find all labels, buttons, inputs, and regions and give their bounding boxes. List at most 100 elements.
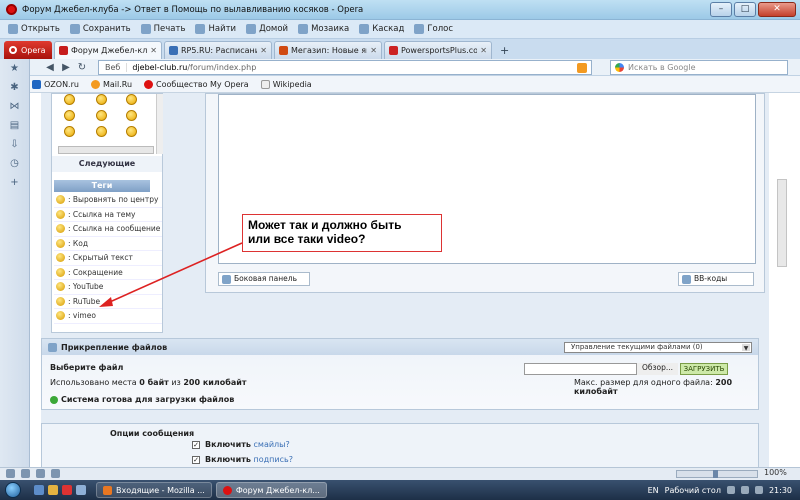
tag-youtube[interactable]: : YouTube [54, 280, 162, 295]
back-icon[interactable]: ◀ [44, 62, 56, 73]
tab-forum[interactable]: Форум Джебел-клуба...✕ [54, 41, 162, 59]
smiley-icon[interactable] [96, 94, 107, 105]
speed-dial-icon[interactable] [51, 469, 60, 478]
option-signature[interactable]: ✓ Включить подпись? [192, 455, 293, 464]
reply-sidebar: Следующие Теги : Выровнять по центру : С… [51, 93, 163, 333]
close-tab-icon[interactable]: ✕ [370, 46, 377, 55]
language-indicator[interactable]: EN [648, 486, 659, 495]
smiley-icon[interactable] [96, 126, 107, 137]
next-smilies-button[interactable]: Следующие [52, 156, 162, 172]
binoculars-icon [195, 24, 206, 34]
download-icon[interactable]: ⇩ [9, 139, 20, 150]
manage-files-select[interactable]: Управление текущими файлами (0) ▼ [564, 342, 752, 353]
rss-icon[interactable] [577, 63, 587, 73]
tile-button[interactable]: Мозаика [298, 24, 349, 34]
tag-hidden-text[interactable]: : Скрытый текст [54, 251, 162, 266]
minimize-button[interactable]: – [710, 2, 732, 17]
maximize-button[interactable]: □ [734, 2, 756, 17]
close-tab-icon[interactable]: ✕ [480, 46, 487, 55]
add-panel-icon[interactable]: + [9, 177, 20, 188]
tags-heading: Теги [54, 180, 150, 192]
share-icon[interactable]: ⋈ [9, 101, 20, 112]
open-button[interactable]: Открыть [8, 24, 60, 34]
task-opera[interactable]: Форум Джебел-кл... [215, 482, 327, 498]
side-panel-button[interactable]: Боковая панель [218, 272, 310, 286]
smiley-icon[interactable] [126, 126, 137, 137]
bookmark-mailru[interactable]: Mail.Ru [90, 79, 132, 89]
flag-icon[interactable] [754, 486, 763, 494]
main-toolbar: Открыть Сохранить Печать Найти Домой Моз… [0, 20, 800, 39]
windows-orb-icon [5, 482, 21, 498]
tag-abbreviation[interactable]: : Сокращение [54, 266, 162, 280]
turbo-icon[interactable] [21, 469, 30, 478]
zoom-slider-thumb[interactable] [713, 470, 718, 478]
smiley-icon[interactable] [126, 94, 137, 105]
tag-code[interactable]: : Код [54, 237, 162, 251]
page-scrollbar[interactable] [777, 179, 787, 267]
new-tab-button[interactable]: + [494, 43, 515, 59]
panel-toggle-icon[interactable] [6, 469, 15, 478]
tab-powersports[interactable]: PowersportsPlus.com ...✕ [384, 41, 492, 59]
print-button[interactable]: Печать [140, 24, 185, 34]
volume-icon[interactable] [740, 486, 749, 494]
tag-topic-link[interactable]: : Ссылка на тему [54, 208, 162, 222]
history-icon[interactable]: ◷ [9, 158, 20, 169]
search-input[interactable]: Искать в Google [610, 60, 788, 75]
voice-button[interactable]: Голос [414, 24, 453, 34]
clock[interactable]: 21:30 [769, 486, 792, 495]
save-button[interactable]: Сохранить [69, 24, 131, 34]
opera-logo-icon [6, 4, 17, 15]
unite-icon[interactable] [36, 469, 45, 478]
start-button[interactable] [0, 480, 26, 500]
tab-megazip[interactable]: Мегазип: Новые япон...✕ [274, 41, 382, 59]
smiley-icon[interactable] [96, 110, 107, 121]
zoom-level: 100% [764, 468, 787, 477]
desktop-icon[interactable] [76, 485, 86, 495]
opera-menu-button[interactable]: Opera [4, 41, 52, 59]
option-smilies[interactable]: ✓ Включить смайлы? [192, 440, 290, 449]
smiley-icon[interactable] [64, 94, 75, 105]
desktop-toolbar[interactable]: Рабочий стол [665, 486, 721, 495]
zoom-slider[interactable] [676, 470, 758, 478]
tag-post-link[interactable]: : Ссылка на сообщение [54, 222, 162, 237]
explorer-icon[interactable] [34, 485, 44, 495]
folder-icon [8, 24, 18, 34]
system-tray: EN Рабочий стол 21:30 [648, 480, 792, 500]
tag-vimeo[interactable]: : vimeo [54, 309, 162, 324]
bookmark-wikipedia[interactable]: Wikipedia [260, 79, 312, 89]
close-button[interactable]: ✕ [758, 2, 796, 17]
forward-icon[interactable]: ▶ [60, 62, 72, 73]
smilies-checkbox[interactable]: ✓ [192, 440, 200, 449]
smilies-vertical-scrollbar[interactable] [156, 94, 163, 154]
smiley-icon[interactable] [64, 110, 75, 121]
find-button[interactable]: Найти [195, 24, 236, 34]
tag-center[interactable]: : Выровнять по центру [54, 193, 162, 208]
close-tab-icon[interactable]: ✕ [260, 46, 267, 55]
bookmark-ozon[interactable]: OZON.ru [32, 79, 79, 89]
folder-icon[interactable] [48, 485, 58, 495]
star-icon[interactable]: ★ [9, 63, 20, 74]
network-icon[interactable] [726, 486, 735, 494]
tags-list: : Выровнять по центру : Ссылка на тему :… [54, 193, 162, 324]
smiley-icon[interactable] [64, 126, 75, 137]
upload-button[interactable]: ЗАГРУЗИТЬ [680, 363, 728, 375]
gear-icon[interactable]: ✱ [9, 82, 20, 93]
tab-rp5[interactable]: RP5.RU: Расписание П...✕ [164, 41, 272, 59]
notes-icon[interactable]: ▤ [9, 120, 20, 131]
signature-checkbox[interactable]: ✓ [192, 455, 200, 464]
tag-rutube[interactable]: : RuTube [54, 295, 162, 309]
bookmark-myopera[interactable]: Сообщество My Opera [144, 79, 249, 89]
smiley-icon[interactable] [126, 110, 137, 121]
cascade-button[interactable]: Каскад [359, 24, 404, 34]
mailru-icon [90, 79, 100, 89]
opera-icon[interactable] [62, 485, 72, 495]
home-button[interactable]: Домой [246, 24, 288, 34]
bbcode-button[interactable]: BB-коды [678, 272, 754, 286]
reload-icon[interactable]: ↻ [76, 62, 88, 73]
browse-button[interactable]: Обзор... [636, 363, 678, 375]
task-thunderbird[interactable]: Входящие - Mozilla ... [96, 482, 212, 498]
address-field[interactable]: Веб djebel-club.ru/forum/index.php [98, 60, 592, 75]
smilies-panel [52, 94, 152, 150]
close-tab-icon[interactable]: ✕ [150, 46, 157, 55]
smilies-scrollbar[interactable] [58, 146, 154, 154]
